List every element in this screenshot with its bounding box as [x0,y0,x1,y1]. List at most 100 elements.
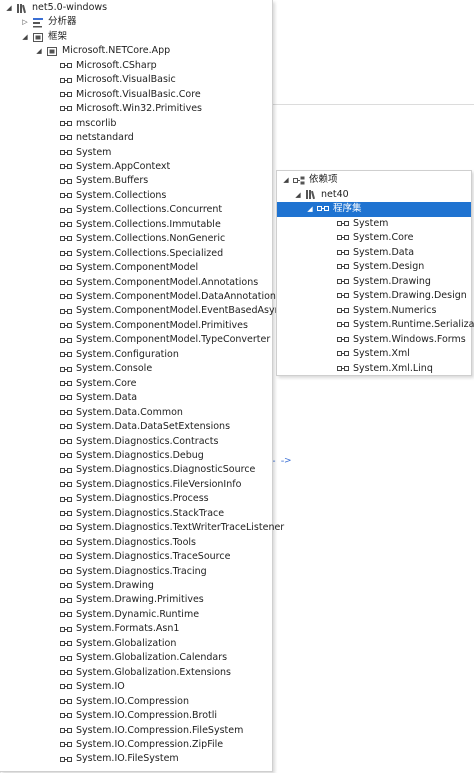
tree-item-target[interactable]: ◢ net40 [293,188,348,203]
reference-item[interactable]: System.IO [48,680,125,695]
reference-icon [60,365,72,375]
reference-item[interactable]: System.Core [325,231,413,246]
reference-item[interactable]: System.IO.Compression [48,695,189,710]
tree-item-framework-app[interactable]: ◢ Microsoft.NETCore.App [34,44,170,59]
reference-item[interactable]: System.Diagnostics.Tracing [48,565,207,580]
right-dependencies-tree[interactable]: ◢ 依赖项 ◢ net40 ◢ 程序集 System System.Core System.Da… [276,170,474,377]
reference-item[interactable]: System.Drawing [48,579,154,594]
reference-item[interactable]: System.Diagnostics.TraceSource [48,550,230,565]
reference-icon [60,740,72,750]
reference-item[interactable]: System.Numerics [325,304,436,319]
reference-item[interactable]: System.ComponentModel.EventBasedAsync [48,304,286,319]
expanded-arrow-icon[interactable]: ◢ [4,1,14,16]
expanded-arrow-icon[interactable]: ◢ [293,188,303,203]
reference-item[interactable]: System.ComponentModel.Primitives [48,319,248,334]
reference-item[interactable]: System.Configuration [48,348,179,363]
reference-item[interactable]: System.Xml.Linq [325,362,433,377]
reference-item[interactable]: System.ComponentModel [48,261,198,276]
reference-item[interactable]: System.Xml [325,347,410,362]
reference-item[interactable]: System.Data.Common [48,406,183,421]
tree-item-dependencies[interactable]: ◢ 依赖项 [281,173,337,188]
reference-item[interactable]: System.Runtime.Serialization [325,318,474,333]
link-arrow-icon: > [284,456,292,466]
reference-icon [60,61,72,71]
reference-item[interactable]: Microsoft.VisualBasic [48,73,176,88]
tree-item-assemblies[interactable]: ◢ 程序集 [277,202,471,217]
reference-item[interactable]: System.ComponentModel.DataAnnotations [48,290,281,305]
reference-item[interactable]: Microsoft.CSharp [48,59,157,74]
reference-icon [60,596,72,606]
reference-item[interactable]: Microsoft.Win32.Primitives [48,102,202,117]
tree-item-root[interactable]: ◢ net5.0-windows [4,1,107,16]
tree-item-label: mscorlib [76,117,117,129]
reference-item[interactable]: System [325,217,388,232]
reference-item[interactable]: System.IO.Compression.ZipFile [48,738,223,753]
tree-item-label: Microsoft.CSharp [76,59,157,71]
reference-item[interactable]: System [48,146,111,161]
reference-item[interactable]: System.Dynamic.Runtime [48,608,199,623]
tree-item-analyzers[interactable]: ▷ 分析器 [20,15,77,30]
reference-item[interactable]: System.Globalization [48,637,176,652]
reference-item[interactable]: System.Data [48,391,137,406]
reference-icon [60,220,72,230]
reference-item[interactable]: System.Design [325,260,424,275]
tree-item-label: System.Collections.Immutable [76,218,221,230]
reference-item[interactable]: System.Diagnostics.TextWriterTraceListen… [48,521,284,536]
reference-item[interactable]: System.Globalization.Calendars [48,651,227,666]
expanded-arrow-icon[interactable]: ◢ [20,30,30,45]
tree-item-label: System.Collections.NonGeneric [76,233,226,245]
reference-item[interactable]: System.Diagnostics.Process [48,492,209,507]
reference-item[interactable]: System.Collections [48,189,166,204]
reference-icon [60,668,72,678]
reference-item[interactable]: System.Drawing.Design [325,289,467,304]
reference-item[interactable]: System.Diagnostics.Debug [48,449,204,464]
reference-item[interactable]: System.Drawing [325,275,431,290]
reference-item[interactable]: System.Collections.Specialized [48,247,223,262]
reference-item[interactable]: System.ComponentModel.TypeConverter [48,333,270,348]
reference-item[interactable]: System.Data [325,246,414,261]
tree-item-label: System [76,146,112,158]
tree-item-label: System.AppContext [76,160,171,172]
left-dependencies-tree[interactable]: ◢ net5.0-windows ▷ 分析器 ◢ 框架 ◢ Microsoft.NETCore… [0,0,286,772]
reference-item[interactable]: System.Core [48,377,136,392]
reference-item[interactable]: System.Collections.Immutable [48,218,221,233]
reference-icon [60,278,72,288]
reference-item[interactable]: System.Console [48,362,152,377]
reference-icon [60,552,72,562]
reference-item[interactable]: netstandard [48,131,134,146]
reference-item[interactable]: System.Diagnostics.Contracts [48,435,218,450]
reference-item[interactable]: System.Diagnostics.Tools [48,536,196,551]
reference-item[interactable]: System.IO.Compression.Brotli [48,709,217,724]
tree-item-label: net5.0-windows [32,2,108,13]
reference-item[interactable]: System.IO.FileSystem [48,752,179,767]
reference-item[interactable]: System.Diagnostics.StackTrace [48,507,224,522]
reference-item[interactable]: System.IO.Compression.FileSystem [48,724,243,739]
reference-item[interactable]: mscorlib [48,117,116,132]
tree-item-label: System.ComponentModel.TypeConverter [76,334,271,346]
reference-item[interactable]: System.ComponentModel.Annotations [48,276,258,291]
tree-item-label: Microsoft.NETCore.App [62,45,171,57]
tree-item-label: System.ComponentModel.Primitives [76,319,248,331]
tree-item-label: System.Data.DataSetExtensions [76,421,231,433]
expanded-arrow-icon[interactable]: ◢ [281,173,291,188]
expanded-arrow-icon[interactable]: ◢ [305,202,315,217]
collapsed-arrow-icon[interactable]: ▷ [20,15,30,30]
reference-item[interactable]: System.Diagnostics.DiagnosticSource [48,463,255,478]
expanded-arrow-icon[interactable]: ◢ [34,44,44,59]
reference-item[interactable]: System.Globalization.Extensions [48,666,231,681]
tree-item-label: System.Drawing.Primitives [76,594,204,606]
tree-item-label: System.Diagnostics.Debug [76,449,204,461]
reference-item[interactable]: System.Drawing.Primitives [48,593,204,608]
reference-item[interactable]: System.Collections.NonGeneric [48,232,225,247]
tree-item-frameworks[interactable]: ◢ 框架 [20,30,67,45]
reference-item[interactable]: System.AppContext [48,160,170,175]
reference-item[interactable]: System.Formats.Asn1 [48,622,179,637]
reference-item[interactable]: System.Data.DataSetExtensions [48,420,230,435]
reference-item[interactable]: System.Windows.Forms [325,333,466,348]
reference-item[interactable]: System.Diagnostics.FileVersionInfo [48,478,241,493]
reference-item[interactable]: System.Buffers [48,174,148,189]
reference-icon [337,248,349,258]
reference-item[interactable]: Microsoft.VisualBasic.Core [48,88,201,103]
reference-icon [60,90,72,100]
reference-item[interactable]: System.Collections.Concurrent [48,203,222,218]
